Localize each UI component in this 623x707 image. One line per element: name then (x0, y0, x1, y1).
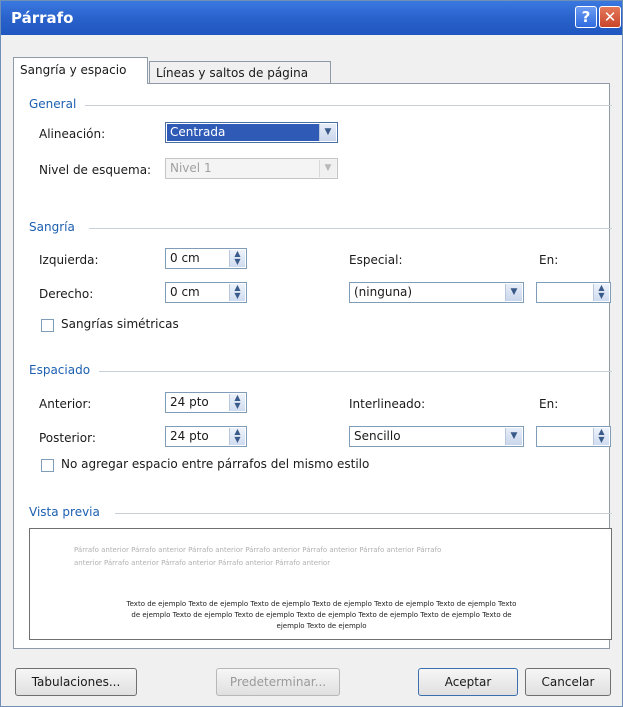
space-after-label: Posterior: (39, 431, 96, 445)
spin-arrows-icon[interactable]: ▲ ▼ (229, 250, 245, 267)
alignment-value: Centrada (167, 124, 319, 141)
preview-box: Párrafo anterior Párrafo anterior Párraf… (29, 528, 612, 640)
line-spacing-value: Sencillo (354, 429, 401, 443)
preview-heading: Vista previa (29, 505, 100, 519)
indent-left-label: Izquierda: (39, 253, 99, 267)
ok-button-label: Aceptar (444, 675, 492, 689)
spacing-separator (99, 371, 612, 372)
close-icon: ✕ (603, 8, 617, 26)
mirror-indents-checkbox[interactable] (41, 319, 54, 332)
chevron-down-icon: ▼ (319, 124, 336, 141)
space-before-value: 24 pto (170, 395, 209, 409)
space-before-spinner[interactable]: 24 pto ▲ ▼ (165, 392, 247, 413)
line-spacing-at-spinner[interactable]: ▲ ▼ (536, 426, 611, 447)
general-separator (85, 105, 612, 106)
spin-arrows-icon[interactable]: ▲ ▼ (593, 428, 609, 445)
special-label: Especial: (349, 253, 403, 267)
outline-level-label: Nivel de esquema: (39, 163, 152, 177)
line-spacing-at-label: En: (539, 397, 559, 411)
cancel-button[interactable]: Cancelar (525, 668, 611, 696)
help-icon: ? (581, 8, 591, 26)
tabs-button[interactable]: Tabulaciones... (15, 668, 137, 696)
chevron-down-icon: ▼ (505, 428, 522, 445)
indent-right-label: Derecho: (39, 287, 94, 301)
outline-level-value: Nivel 1 (170, 161, 212, 175)
tab-label: Líneas y saltos de página (156, 66, 309, 80)
tab-line-page-breaks[interactable]: Líneas y saltos de página (149, 61, 331, 84)
no-space-same-style-checkbox[interactable] (41, 459, 54, 472)
paragraph-dialog: Párrafo ? ✕ Sangría y espacio Líneas y s… (0, 0, 623, 707)
help-button[interactable]: ? (575, 6, 597, 28)
close-button[interactable]: ✕ (599, 6, 621, 28)
tab-label: Sangría y espacio (20, 63, 127, 77)
spacing-heading: Espaciado (29, 363, 91, 377)
chevron-down-icon: ▼ (505, 284, 522, 301)
indent-separator (89, 228, 612, 229)
outline-level-select[interactable]: Nivel 1 ▼ (165, 158, 338, 179)
spin-arrows-icon[interactable]: ▲ ▼ (229, 284, 245, 301)
spin-arrows-icon[interactable]: ▲ ▼ (229, 394, 245, 411)
general-heading: General (29, 97, 77, 111)
indent-right-spinner[interactable]: 0 cm ▲ ▼ (165, 282, 247, 303)
preview-previous-line-2: anterior Párrafo anterior Párrafo anteri… (74, 559, 331, 567)
preview-sample-line-2: de ejemplo Texto de ejemplo Texto de eje… (131, 611, 512, 619)
indent-by-spinner[interactable]: ▲ ▼ (536, 282, 611, 303)
indent-left-spinner[interactable]: 0 cm ▲ ▼ (165, 248, 247, 269)
no-space-same-style-label: No agregar espacio entre párrafos del mi… (61, 457, 370, 471)
space-before-label: Anterior: (39, 397, 92, 411)
title-bar[interactable]: Párrafo ? ✕ (1, 1, 622, 35)
indent-left-value: 0 cm (170, 251, 200, 265)
ok-button[interactable]: Aceptar (418, 668, 518, 696)
alignment-select[interactable]: Centrada ▼ (165, 122, 338, 143)
preview-sample-line-1: Texto de ejemplo Texto de ejemplo Texto … (126, 600, 517, 608)
space-after-spinner[interactable]: 24 pto ▲ ▼ (165, 426, 247, 447)
cancel-button-label: Cancelar (541, 675, 595, 689)
dialog-title: Párrafo (11, 9, 74, 27)
special-select[interactable]: (ninguna) ▼ (349, 282, 524, 303)
mirror-indents-label: Sangrías simétricas (61, 317, 179, 331)
line-spacing-select[interactable]: Sencillo ▼ (349, 426, 524, 447)
indent-heading: Sangría (29, 220, 75, 234)
set-default-button-label: Predeterminar... (229, 675, 327, 689)
spin-arrows-icon[interactable]: ▲ ▼ (593, 284, 609, 301)
space-after-value: 24 pto (170, 429, 209, 443)
indent-right-value: 0 cm (170, 285, 200, 299)
chevron-down-icon: ▼ (319, 160, 336, 177)
tabs-button-label: Tabulaciones... (31, 675, 121, 689)
indent-by-label: En: (539, 253, 559, 267)
preview-sample-line-3: ejemplo Texto de ejemplo (276, 622, 367, 630)
tab-indents-spacing[interactable]: Sangría y espacio (13, 57, 148, 84)
set-default-button[interactable]: Predeterminar... (216, 668, 340, 696)
preview-separator (115, 513, 612, 514)
alignment-label: Alineación: (39, 127, 106, 141)
special-value: (ninguna) (354, 285, 413, 299)
line-spacing-label: Interlineado: (349, 397, 426, 411)
spin-arrows-icon[interactable]: ▲ ▼ (229, 428, 245, 445)
preview-previous-line-1: Párrafo anterior Párrafo anterior Párraf… (74, 546, 442, 554)
